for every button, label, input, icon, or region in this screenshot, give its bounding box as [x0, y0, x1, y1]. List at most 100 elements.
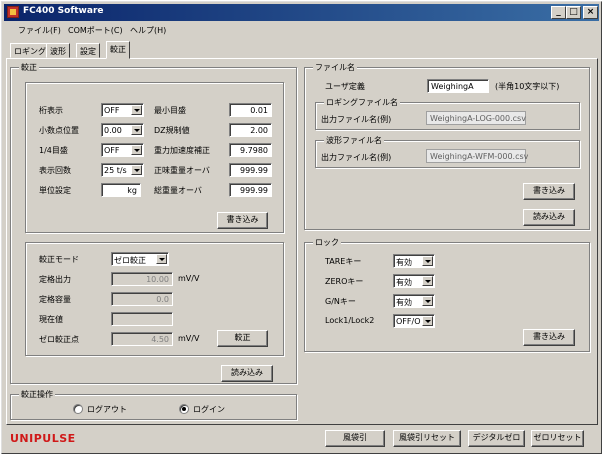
menu-help[interactable]: ヘルプ(H)	[130, 25, 166, 36]
chevron-down-icon	[422, 296, 433, 306]
gross-over-field[interactable]: 999.99	[229, 183, 272, 197]
chevron-down-icon	[156, 254, 167, 264]
app-window: FC400 Software _ □ × ファイル(F) COMポート(C) ヘ…	[1, 1, 602, 454]
user-definition-field[interactable]: WeighingA	[427, 79, 489, 93]
gn-key-label: G/Nキー	[325, 297, 356, 306]
gravity-correction-field[interactable]: 9.7980	[229, 143, 272, 157]
unit-setting-label: 単位設定	[39, 186, 71, 195]
calibration-tab-page: 較正 桁表示 OFF 小数点位置 0.00 1/4目盛 OFF 表示回数 25 …	[6, 58, 598, 425]
dz-limit-label: DZ規制値	[154, 126, 190, 135]
tare-key-label: TAREキー	[325, 257, 362, 266]
chevron-down-icon	[422, 276, 433, 286]
unipulse-logo: UNIPULSE	[10, 432, 76, 445]
lock-group: ロック TAREキー 有効 ZEROキー 有効 G/Nキー 有効 Lock1/L…	[304, 237, 590, 352]
window-title: FC400 Software	[23, 6, 104, 16]
digital-zero-button[interactable]: デジタルゼロ	[468, 430, 525, 447]
lock1-lock2-label: Lock1/Lock2	[325, 316, 375, 325]
menu-file[interactable]: ファイル(F)	[18, 25, 61, 36]
lock1-lock2-select[interactable]: OFF/O	[393, 314, 435, 328]
calibration-group-title: 較正	[19, 62, 39, 73]
filename-read-button[interactable]: 読み込み	[523, 209, 575, 226]
display-rate-label: 表示回数	[39, 166, 71, 175]
zero-point-unit: mV/V	[178, 334, 200, 343]
min-division-label: 最小目盛	[154, 106, 186, 115]
tab-calibration[interactable]: 較正	[106, 41, 130, 59]
login-label: ログイン	[193, 405, 225, 414]
logging-filename-title: ロギングファイル名	[324, 97, 400, 108]
rated-capacity-label: 定格容量	[39, 295, 71, 304]
logging-filename-group: ロギングファイル名 出力ファイル名(例) WeighingA-LOG-000.c…	[315, 97, 580, 130]
digit-display-select[interactable]: OFF	[101, 103, 144, 117]
min-division-field[interactable]: 0.01	[229, 103, 272, 117]
title-bar: FC400 Software _ □ ×	[4, 4, 599, 21]
calibration-mode-group: 較正モード ゼロ較正 定格出力 10.00 mV/V 定格容量 0.0 現在値 …	[25, 242, 284, 356]
chevron-down-icon	[422, 256, 433, 266]
gravity-correction-label: 重力加速度補正	[154, 146, 210, 155]
waveform-filename-title: 波形ファイル名	[324, 135, 384, 146]
lock-group-title: ロック	[313, 237, 341, 248]
rated-output-label: 定格出力	[39, 275, 71, 284]
calibration-operation-title: 較正操作	[19, 389, 55, 400]
gross-over-label: 総重量オーバ	[154, 186, 202, 195]
gn-key-select[interactable]: 有効	[393, 294, 435, 308]
app-icon	[7, 6, 19, 18]
current-value-label: 現在値	[39, 315, 63, 324]
login-radio[interactable]	[179, 404, 189, 414]
zero-key-select[interactable]: 有効	[393, 274, 435, 288]
user-definition-label: ユーザ定義	[325, 82, 365, 91]
rated-output-unit: mV/V	[178, 274, 200, 283]
waveform-output-field: WeighingA-WFM-000.csv	[426, 149, 528, 163]
chevron-down-icon	[131, 125, 142, 135]
menu-com-port[interactable]: COMポート(C)	[68, 25, 123, 36]
logout-radio[interactable]	[73, 404, 83, 414]
maximize-button[interactable]: □	[566, 6, 581, 19]
tare-reset-button[interactable]: 風袋引リセット	[393, 430, 461, 447]
chevron-down-icon	[422, 316, 433, 326]
zero-key-label: ZEROキー	[325, 277, 364, 286]
current-value-field	[111, 312, 173, 326]
minimize-button[interactable]: _	[551, 6, 566, 19]
digit-display-label: 桁表示	[39, 106, 63, 115]
logging-output-label: 出力ファイル名(例)	[321, 115, 392, 124]
quarter-division-select[interactable]: OFF	[101, 143, 144, 157]
zero-point-label: ゼロ較正点	[39, 335, 79, 344]
filename-group-title: ファイル名	[313, 62, 357, 73]
display-rate-select[interactable]: 25 t/s	[101, 163, 144, 177]
calibration-mode-label: 較正モード	[39, 255, 79, 264]
tab-settings[interactable]: 設定	[76, 43, 100, 58]
decimal-point-select[interactable]: 0.00	[101, 123, 144, 137]
filename-group: ファイル名 ユーザ定義 WeighingA (半角10文字以下) ロギングファイ…	[304, 62, 590, 230]
waveform-output-label: 出力ファイル名(例)	[321, 153, 392, 162]
dz-limit-field[interactable]: 2.00	[229, 123, 272, 137]
calibration-operation-group: 較正操作 ログアウト ログイン	[10, 389, 297, 420]
logging-output-field: WeighingA-LOG-000.csv	[426, 111, 526, 125]
quarter-division-label: 1/4目盛	[39, 146, 68, 155]
tab-logging[interactable]: ロギング	[10, 43, 50, 58]
calibration-group: 較正 桁表示 OFF 小数点位置 0.00 1/4目盛 OFF 表示回数 25 …	[10, 62, 297, 384]
close-button[interactable]: ×	[583, 6, 598, 19]
filename-write-button[interactable]: 書き込み	[523, 183, 575, 200]
decimal-point-label: 小数点位置	[39, 126, 79, 135]
waveform-filename-group: 波形ファイル名 出力ファイル名(例) WeighingA-WFM-000.csv	[315, 135, 580, 168]
tab-waveform[interactable]: 波形	[46, 43, 70, 58]
rated-capacity-field: 0.0	[111, 292, 173, 306]
rated-output-field: 10.00	[111, 272, 173, 286]
net-over-label: 正味重量オーバ	[154, 166, 210, 175]
unit-setting-field[interactable]: kg	[101, 183, 141, 197]
tare-key-select[interactable]: 有効	[393, 254, 435, 268]
calibration-mode-select[interactable]: ゼロ較正	[111, 252, 169, 266]
zero-point-field: 4.50	[111, 332, 173, 346]
chevron-down-icon	[131, 145, 142, 155]
logout-label: ログアウト	[87, 405, 127, 414]
chevron-down-icon	[131, 165, 142, 175]
zero-reset-button[interactable]: ゼロリセット	[531, 430, 584, 447]
lock-write-button[interactable]: 書き込み	[523, 329, 575, 346]
chevron-down-icon	[131, 105, 142, 115]
calibrate-button[interactable]: 較正	[217, 330, 268, 347]
settings-write-button[interactable]: 書き込み	[217, 212, 268, 229]
calibration-read-button[interactable]: 読み込み	[221, 365, 273, 382]
net-over-field[interactable]: 999.99	[229, 163, 272, 177]
tare-button[interactable]: 風袋引	[325, 430, 385, 447]
calibration-settings-group: 桁表示 OFF 小数点位置 0.00 1/4目盛 OFF 表示回数 25 t/s…	[25, 82, 284, 233]
user-definition-hint: (半角10文字以下)	[495, 82, 560, 91]
